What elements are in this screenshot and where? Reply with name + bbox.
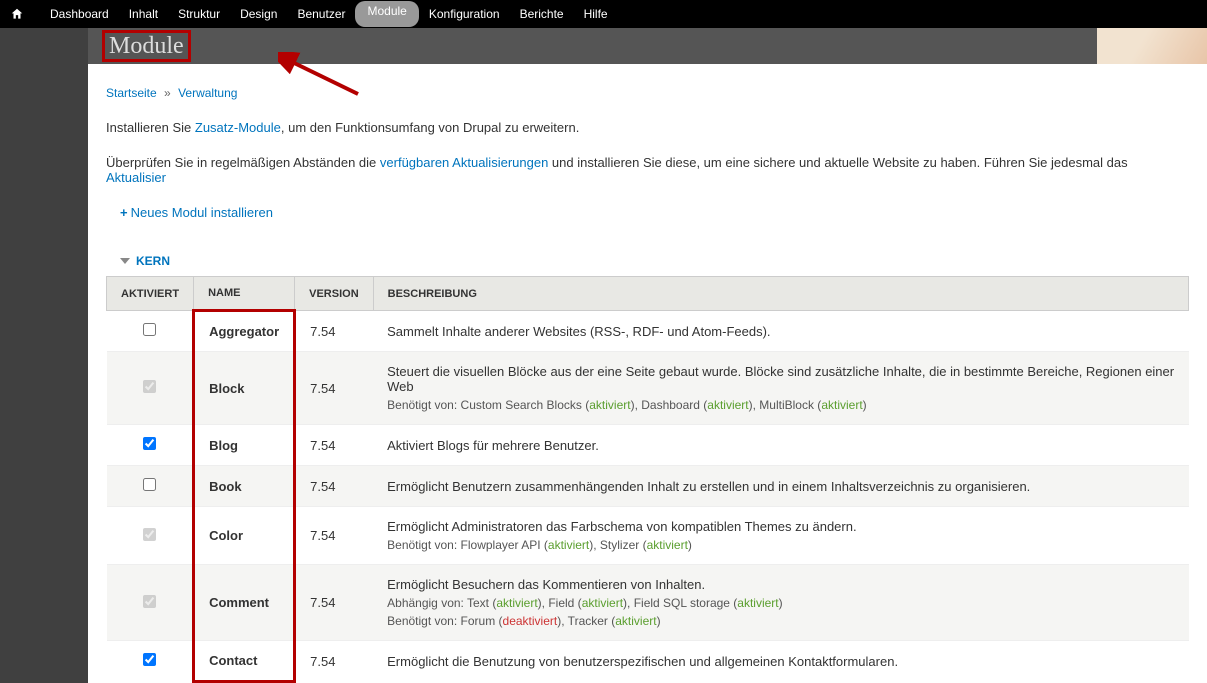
cell-activated: [107, 641, 194, 682]
table-row: Aggregator7.54Sammelt Inhalte anderer We…: [107, 311, 1189, 352]
home-icon[interactable]: [8, 6, 26, 22]
module-enable-checkbox[interactable]: [143, 323, 156, 336]
menu-item-konfiguration[interactable]: Konfiguration: [419, 1, 510, 27]
table-row: Color7.54Ermöglicht Administratoren das …: [107, 507, 1189, 565]
col-header-activated: Aktiviert: [107, 277, 194, 311]
dependency-line: Abhängig von: Text (aktiviert), Field (a…: [387, 596, 1174, 610]
cell-name: Contact: [194, 641, 295, 682]
table-row: Book7.54Ermöglicht Benutzern zusammenhän…: [107, 466, 1189, 507]
menu-item-module[interactable]: Module: [355, 1, 418, 27]
menu-item-dashboard[interactable]: Dashboard: [40, 1, 119, 27]
header-image-fragment: [1097, 28, 1207, 64]
update-link[interactable]: Aktualisier: [106, 170, 166, 185]
modules-table: Aktiviert Name Version Beschreibung Aggr…: [106, 276, 1189, 683]
dependency-line: Benötigt von: Forum (deaktiviert), Track…: [387, 614, 1174, 628]
menu-item-struktur[interactable]: Struktur: [168, 1, 230, 27]
cell-version: 7.54: [295, 466, 374, 507]
cell-version: 7.54: [295, 507, 374, 565]
cell-activated: [107, 565, 194, 641]
cell-version: 7.54: [295, 425, 374, 466]
breadcrumb-home[interactable]: Startseite: [106, 86, 157, 100]
page-title: Module: [102, 30, 191, 62]
section-title: KERN: [136, 254, 170, 268]
cell-activated: [107, 466, 194, 507]
cell-name: Aggregator: [194, 311, 295, 352]
admin-menu: DashboardInhaltStrukturDesignBenutzerMod…: [40, 1, 618, 27]
breadcrumb-separator: »: [164, 86, 171, 100]
cell-version: 7.54: [295, 352, 374, 425]
table-row: Comment7.54Ermöglicht Besuchern das Komm…: [107, 565, 1189, 641]
col-header-name: Name: [194, 277, 295, 311]
breadcrumb-admin[interactable]: Verwaltung: [178, 86, 237, 100]
menu-item-inhalt[interactable]: Inhalt: [119, 1, 168, 27]
cell-name: Comment: [194, 565, 295, 641]
install-new-module[interactable]: +Neues Modul installieren: [120, 205, 1189, 220]
plus-icon: +: [120, 205, 128, 220]
table-row: Block7.54Steuert die visuellen Blöcke au…: [107, 352, 1189, 425]
cell-name: Block: [194, 352, 295, 425]
col-header-description: Beschreibung: [373, 277, 1188, 311]
install-new-module-link[interactable]: Neues Modul installieren: [131, 205, 273, 220]
cell-version: 7.54: [295, 565, 374, 641]
col-header-version: Version: [295, 277, 374, 311]
module-enable-checkbox: [143, 528, 156, 541]
cell-name: Color: [194, 507, 295, 565]
cell-description: Ermöglicht die Benutzung von benutzerspe…: [373, 641, 1188, 682]
cell-description: Steuert die visuellen Blöcke aus der ein…: [373, 352, 1188, 425]
cell-description: Ermöglicht Besuchern das Kommentieren vo…: [373, 565, 1188, 641]
module-enable-checkbox[interactable]: [143, 437, 156, 450]
cell-description: Aktiviert Blogs für mehrere Benutzer.: [373, 425, 1188, 466]
cell-activated: [107, 352, 194, 425]
dependency-line: Benötigt von: Custom Search Blocks (akti…: [387, 398, 1174, 412]
table-row: Blog7.54Aktiviert Blogs für mehrere Benu…: [107, 425, 1189, 466]
title-bar: Module: [88, 28, 1207, 64]
addon-modules-link[interactable]: Zusatz-Module: [195, 120, 281, 135]
cell-activated: [107, 425, 194, 466]
module-enable-checkbox[interactable]: [143, 653, 156, 666]
cell-version: 7.54: [295, 641, 374, 682]
caret-down-icon: [120, 258, 130, 264]
module-enable-checkbox: [143, 595, 156, 608]
menu-item-benutzer[interactable]: Benutzer: [287, 1, 355, 27]
menu-item-hilfe[interactable]: Hilfe: [574, 1, 618, 27]
intro-line-2: Überprüfen Sie in regelmäßigen Abständen…: [106, 155, 1189, 185]
cell-activated: [107, 507, 194, 565]
section-kern-toggle[interactable]: KERN: [106, 246, 1189, 276]
cell-name: Book: [194, 466, 295, 507]
cell-description: Sammelt Inhalte anderer Websites (RSS-, …: [373, 311, 1188, 352]
cell-description: Ermöglicht Administratoren das Farbschem…: [373, 507, 1188, 565]
cell-description: Ermöglicht Benutzern zusammenhängenden I…: [373, 466, 1188, 507]
cell-version: 7.54: [295, 311, 374, 352]
cell-activated: [107, 311, 194, 352]
breadcrumb: Startseite » Verwaltung: [106, 86, 1189, 100]
cell-name: Blog: [194, 425, 295, 466]
menu-item-berichte[interactable]: Berichte: [510, 1, 574, 27]
module-enable-checkbox[interactable]: [143, 478, 156, 491]
table-row: Contact7.54Ermöglicht die Benutzung von …: [107, 641, 1189, 682]
menu-item-design[interactable]: Design: [230, 1, 287, 27]
intro-line-1: Installieren Sie Zusatz-Module, um den F…: [106, 120, 1189, 135]
module-enable-checkbox: [143, 380, 156, 393]
available-updates-link[interactable]: verfügbaren Aktualisierungen: [380, 155, 548, 170]
admin-toolbar: DashboardInhaltStrukturDesignBenutzerMod…: [0, 0, 1207, 28]
dependency-line: Benötigt von: Flowplayer API (aktiviert)…: [387, 538, 1174, 552]
